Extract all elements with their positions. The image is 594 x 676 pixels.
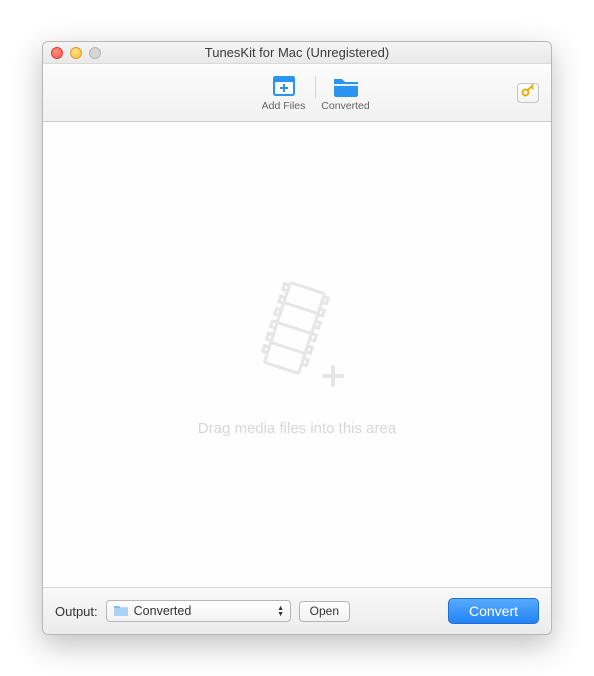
zoom-icon[interactable] xyxy=(89,47,101,59)
app-window: TunesKit for Mac (Unregistered) Add File… xyxy=(42,41,552,635)
key-icon xyxy=(521,83,535,102)
minimize-icon[interactable] xyxy=(70,47,82,59)
filmstrip-icon xyxy=(237,380,357,397)
open-button[interactable]: Open xyxy=(299,601,350,622)
add-files-icon xyxy=(271,74,297,98)
output-label: Output: xyxy=(55,604,98,619)
dropdown-value: Converted xyxy=(134,604,269,618)
folder-icon xyxy=(332,74,360,98)
traffic-lights xyxy=(51,47,101,59)
toolbar: Add Files Converted xyxy=(43,64,551,122)
drop-hint-text: Drag media files into this area xyxy=(198,420,396,437)
placeholder xyxy=(237,273,357,398)
close-icon[interactable] xyxy=(51,47,63,59)
bottom-bar: Output: Converted ▲▼ Open Convert xyxy=(43,588,551,634)
folder-small-icon xyxy=(113,603,129,620)
converted-label: Converted xyxy=(321,100,369,112)
toolbar-center: Add Files Converted xyxy=(253,70,377,116)
converted-button[interactable]: Converted xyxy=(315,70,377,116)
register-button[interactable] xyxy=(517,83,539,103)
drop-area[interactable]: Drag media files into this area xyxy=(43,122,551,588)
convert-button[interactable]: Convert xyxy=(448,598,539,624)
add-files-button[interactable]: Add Files xyxy=(253,70,315,116)
add-files-label: Add Files xyxy=(262,100,306,112)
titlebar: TunesKit for Mac (Unregistered) xyxy=(43,42,551,64)
window-title: TunesKit for Mac (Unregistered) xyxy=(43,45,551,60)
output-folder-dropdown[interactable]: Converted ▲▼ xyxy=(106,600,291,622)
updown-icon: ▲▼ xyxy=(274,606,288,617)
